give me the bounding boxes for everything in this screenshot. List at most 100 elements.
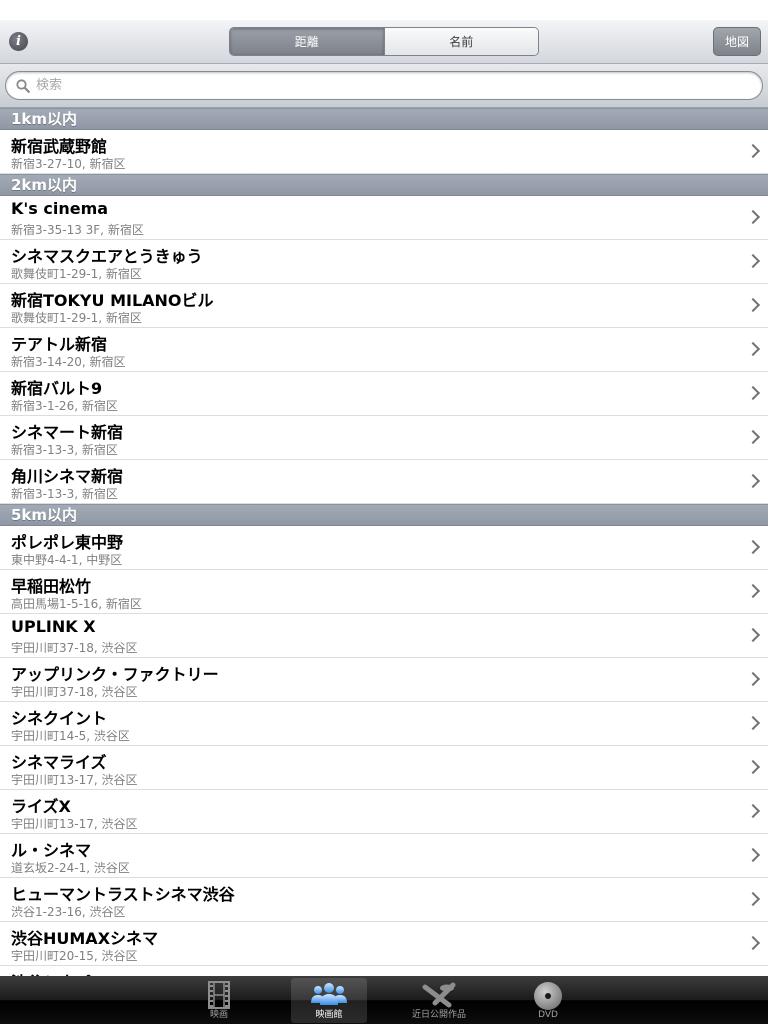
people-icon	[311, 983, 347, 1005]
theater-address: 高田馬場1-5-16, 新宿区	[11, 597, 142, 611]
tab-movies-label: 映画	[209, 1010, 228, 1020]
theater-name: 早稲田松竹	[11, 577, 92, 596]
theater-name: 新宿バルト9	[11, 379, 103, 398]
theater-row[interactable]: 渋谷シネパレス	[0, 966, 768, 976]
theater-row[interactable]: シネマスクエアとうきゅう 歌舞伎町1-29-1, 新宿区	[0, 240, 768, 284]
theater-row[interactable]: 新宿TOKYU MILANOビル 歌舞伎町1-29-1, 新宿区	[0, 284, 768, 328]
theater-row[interactable]: K's cinema 新宿3-35-13 3F, 新宿区	[0, 196, 768, 240]
tab-theaters[interactable]: 映画館	[291, 978, 367, 1023]
theater-address: 東中野4-4-1, 中野区	[11, 553, 123, 567]
chevron-right-icon	[745, 209, 761, 225]
sort-segmented-control: 距離 名前	[229, 27, 539, 56]
theater-address: 渋谷1-23-16, 渋谷区	[11, 905, 126, 919]
theater-name: シネクイント	[11, 709, 108, 728]
theater-address: 新宿3-35-13 3F, 新宿区	[11, 223, 144, 237]
chevron-right-icon	[745, 627, 761, 643]
theater-row[interactable]: ライズX 宇田川町13-17, 渋谷区	[0, 790, 768, 834]
chevron-right-icon	[745, 297, 761, 313]
tab-coming-soon[interactable]: 近日公開作品	[401, 978, 477, 1023]
theater-address: 道玄坂2-24-1, 渋谷区	[11, 861, 130, 875]
theater-name: ライズX	[11, 797, 71, 816]
map-button[interactable]: 地図	[713, 27, 761, 56]
theater-name: テアトル新宿	[11, 335, 108, 354]
segment-name[interactable]: 名前	[383, 28, 538, 55]
tab-coming-soon-label: 近日公開作品	[411, 1010, 466, 1020]
chevron-right-icon	[745, 473, 761, 489]
theater-address: 新宿3-14-20, 新宿区	[11, 355, 126, 369]
theater-row[interactable]: UPLINK X 宇田川町37-18, 渋谷区	[0, 614, 768, 658]
theater-address: 新宿3-27-10, 新宿区	[11, 157, 126, 171]
theater-name: UPLINK X	[11, 617, 96, 636]
theater-address: 宇田川町37-18, 渋谷区	[11, 685, 138, 699]
theater-row[interactable]: 渋谷HUMAXシネマ 宇田川町20-15, 渋谷区	[0, 922, 768, 966]
disc-icon	[534, 982, 562, 1010]
section-header: 1km以内	[0, 108, 768, 130]
segment-distance[interactable]: 距離	[230, 28, 384, 55]
section-header: 5km以内	[0, 504, 768, 526]
chevron-right-icon	[745, 935, 761, 951]
chevron-right-icon	[745, 803, 761, 819]
theater-address: 宇田川町13-17, 渋谷区	[11, 817, 138, 831]
search-input[interactable]	[36, 76, 736, 95]
theater-name: 新宿武蔵野館	[11, 137, 108, 156]
tab-bar: 映画 映画館 近日公開作品 DVD	[0, 976, 768, 1024]
theater-row[interactable]: ヒューマントラストシネマ渋谷 渋谷1-23-16, 渋谷区	[0, 878, 768, 922]
chevron-right-icon	[745, 429, 761, 445]
theater-row[interactable]: シネマライズ 宇田川町13-17, 渋谷区	[0, 746, 768, 790]
info-icon[interactable]: i	[9, 32, 28, 51]
theater-address: 宇田川町37-18, 渋谷区	[11, 641, 138, 655]
theater-name: 渋谷シネパレス	[11, 969, 123, 976]
theater-row[interactable]: ポレポレ東中野 東中野4-4-1, 中野区	[0, 526, 768, 570]
chevron-right-icon	[745, 143, 761, 159]
search-icon	[16, 79, 30, 93]
theater-row[interactable]: 角川シネマ新宿 新宿3-13-3, 新宿区	[0, 460, 768, 504]
theater-row[interactable]: シネマート新宿 新宿3-13-3, 新宿区	[0, 416, 768, 460]
theater-name: ポレポレ東中野	[11, 533, 124, 552]
theater-row[interactable]: 新宿武蔵野館 新宿3-27-10, 新宿区	[0, 130, 768, 174]
tab-theaters-label: 映画館	[315, 1010, 343, 1020]
theater-name: ヒューマントラストシネマ渋谷	[11, 885, 235, 904]
chevron-right-icon	[745, 583, 761, 599]
theater-row[interactable]: アップリンク・ファクトリー 宇田川町37-18, 渋谷区	[0, 658, 768, 702]
theater-name: ル・シネマ	[11, 841, 92, 860]
film-icon	[208, 981, 230, 1009]
search-bar	[0, 64, 768, 108]
chevron-right-icon	[745, 385, 761, 401]
theater-row[interactable]: ル・シネマ 道玄坂2-24-1, 渋谷区	[0, 834, 768, 878]
status-bar	[0, 0, 768, 20]
theater-address: 歌舞伎町1-29-1, 新宿区	[11, 311, 142, 325]
clapper-icon	[422, 982, 456, 1008]
theater-row[interactable]: 新宿バルト9 新宿3-1-26, 新宿区	[0, 372, 768, 416]
theater-name: シネマスクエアとうきゅう	[11, 247, 203, 266]
chevron-right-icon	[745, 253, 761, 269]
tab-dvd[interactable]: DVD	[510, 978, 586, 1023]
chevron-right-icon	[745, 891, 761, 907]
theater-name: K's cinema	[11, 199, 109, 218]
theater-address: 宇田川町20-15, 渋谷区	[11, 949, 138, 963]
tab-dvd-label: DVD	[538, 1010, 558, 1020]
theater-address: 新宿3-13-3, 新宿区	[11, 443, 118, 457]
chevron-right-icon	[745, 847, 761, 863]
theater-address: 宇田川町14-5, 渋谷区	[11, 729, 130, 743]
theater-name: アップリンク・ファクトリー	[11, 665, 219, 684]
navigation-bar: i 距離 名前 地図	[0, 20, 768, 64]
theater-name: シネマライズ	[11, 753, 107, 772]
section-header: 2km以内	[0, 174, 768, 196]
theater-address: 新宿3-13-3, 新宿区	[11, 487, 118, 501]
chevron-right-icon	[745, 341, 761, 357]
theater-address: 新宿3-1-26, 新宿区	[11, 399, 118, 413]
theater-row[interactable]: 早稲田松竹 高田馬場1-5-16, 新宿区	[0, 570, 768, 614]
chevron-right-icon	[745, 539, 761, 555]
theater-name: 新宿TOKYU MILANOビル	[11, 291, 214, 310]
chevron-right-icon	[745, 759, 761, 775]
chevron-right-icon	[745, 715, 761, 731]
theater-row[interactable]: シネクイント 宇田川町14-5, 渋谷区	[0, 702, 768, 746]
theater-list[interactable]: 1km以内 新宿武蔵野館 新宿3-27-10, 新宿区 2km以内 K's cinema…	[0, 108, 768, 976]
theater-name: シネマート新宿	[11, 423, 124, 442]
chevron-right-icon	[745, 671, 761, 687]
tab-movies[interactable]: 映画	[181, 978, 257, 1023]
search-field[interactable]	[5, 71, 763, 100]
theater-name: 角川シネマ新宿	[11, 467, 124, 486]
theater-row[interactable]: テアトル新宿 新宿3-14-20, 新宿区	[0, 328, 768, 372]
theater-address: 宇田川町13-17, 渋谷区	[11, 773, 138, 787]
